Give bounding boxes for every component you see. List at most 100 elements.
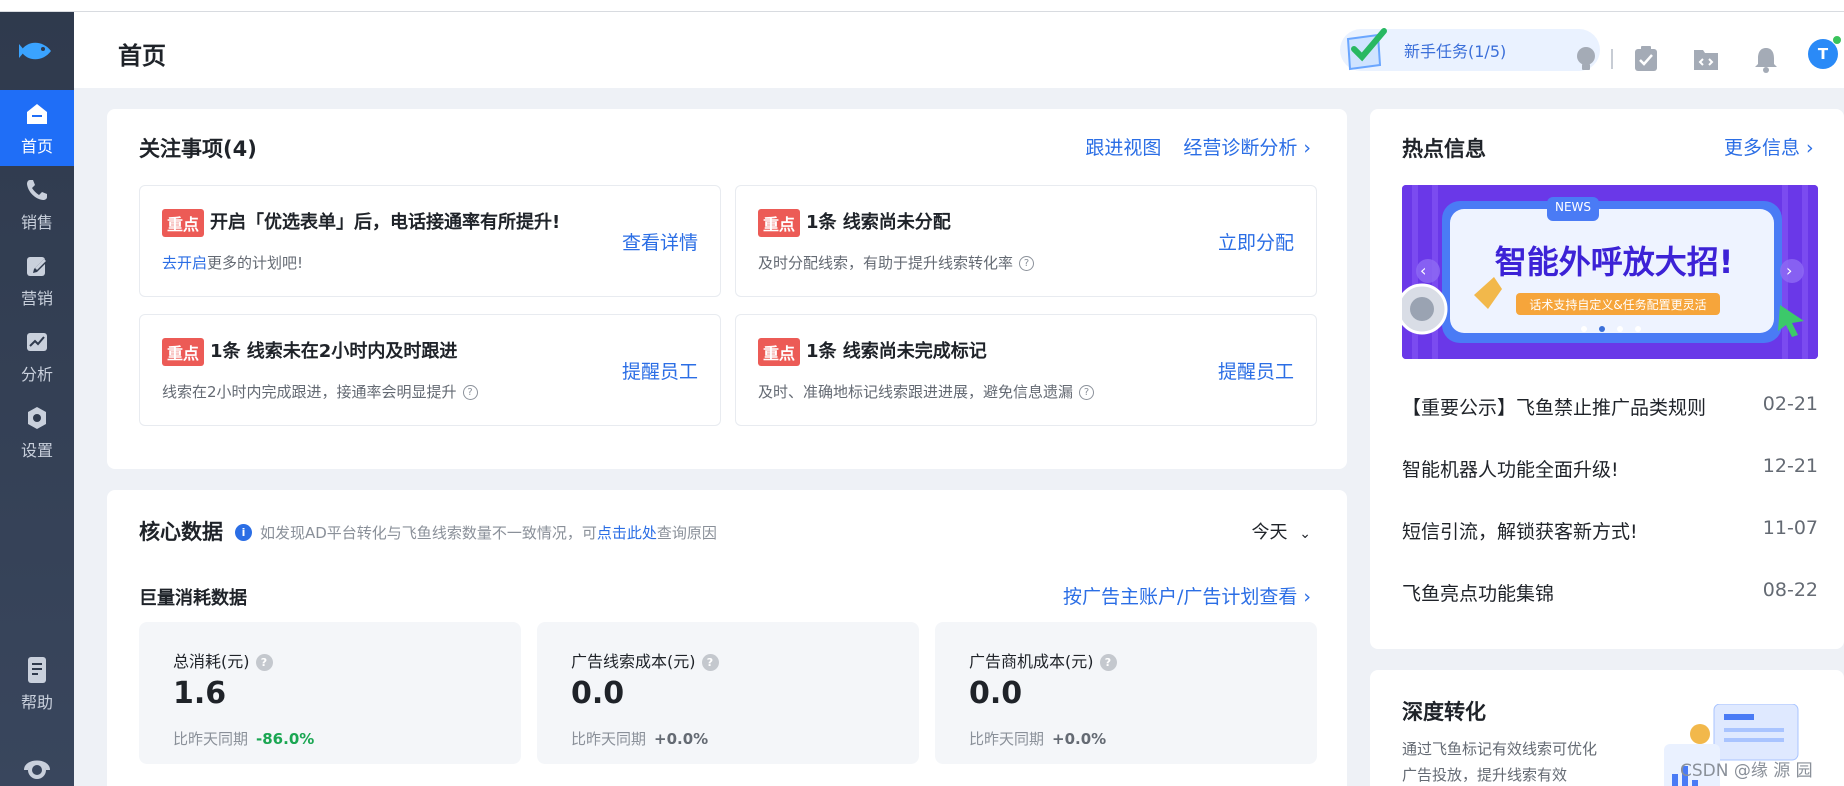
list-item[interactable]: 短信引流，解锁获客新方式! 11-07	[1402, 517, 1818, 544]
help-question-icon[interactable]: ?	[255, 654, 273, 671]
compare-value: -86.0%	[256, 730, 315, 748]
checkmark-badge-icon	[1340, 25, 1394, 77]
sidebar-item-settings[interactable]: 设置	[0, 394, 74, 470]
click-here-link[interactable]: 点击此处	[597, 522, 657, 543]
folder-code-icon[interactable]	[1692, 45, 1720, 73]
help-question-icon[interactable]: ?	[1079, 385, 1095, 400]
news-date: 11-07	[1762, 517, 1818, 539]
sidebar-item-help[interactable]: 帮助	[0, 646, 74, 722]
settings-icon	[22, 403, 52, 433]
page-title: 首页	[118, 42, 166, 70]
compare-label: 比昨天同期	[571, 730, 647, 748]
deep-conversion-desc: 通过飞鱼标记有效线索可优化广告投放，提升线索有效	[1402, 740, 1598, 784]
assign-now-link[interactable]: 立即分配	[1218, 228, 1294, 255]
home-icon	[22, 99, 52, 129]
metric-label: 广告商机成本(元)	[969, 652, 1094, 671]
focus-item: 重点 1条 线索尚未分配 及时分配线索，有助于提升线索转化率? 立即分配	[735, 185, 1317, 297]
help-question-icon[interactable]: ?	[462, 385, 478, 400]
chevron-down-icon: ⌄	[1299, 526, 1311, 542]
lightbulb-icon[interactable]	[1572, 45, 1600, 73]
sidebar-item-analysis[interactable]: 分析	[0, 318, 74, 394]
focus-item: 重点 1条 线索未在2小时内及时跟进 线索在2小时内完成跟进，接通率会明显提升? …	[139, 314, 721, 426]
sidebar-item-label: 设置	[20, 441, 53, 460]
compare-label: 比昨天同期	[969, 730, 1045, 748]
date-range-value: 今天	[1251, 522, 1288, 543]
metric-label: 总消耗(元)	[173, 652, 250, 671]
top-border	[0, 0, 1844, 12]
sidebar-item-label: 首页	[20, 137, 53, 156]
compare-label: 比昨天同期	[173, 730, 249, 748]
view-details-link[interactable]: 查看详情	[622, 228, 698, 255]
core-data-card: 核心数据 i 如发现AD平台转化与飞鱼线索数量不一致情况，可 点击此处 查询原因 今…	[107, 490, 1347, 786]
chart-icon	[22, 327, 52, 357]
watermark: CSDN @缘 源 园	[1680, 761, 1813, 781]
priority-tag: 重点	[758, 209, 801, 237]
sidebar: 首页 销售 营销 分析 设置 帮助	[0, 12, 74, 786]
view-by-account-link[interactable]: 按广告主账户/广告计划查看 ›	[1063, 582, 1311, 609]
metric-label: 广告线索成本(元)	[571, 652, 696, 671]
focus-item: 重点 开启「优选表单」后，电话接通率有所提升! 去开启更多的计划吧! 查看详情	[139, 185, 721, 297]
banner-title: 智能外呼放大招!	[1494, 243, 1734, 281]
remind-staff-link[interactable]: 提醒员工	[622, 357, 698, 384]
enable-link[interactable]: 去开启	[162, 254, 207, 272]
promo-banner[interactable]: NEWS 智能外呼放大招! 话术支持自定义&任务配置更灵活 ‹ ›	[1402, 185, 1818, 359]
bell-icon[interactable]	[1752, 45, 1780, 73]
clipboard-check-icon[interactable]	[1632, 45, 1660, 73]
metric-card: 总消耗(元)? 1.6 比昨天同期 -86.0%	[139, 622, 521, 764]
task-progress-label: 新手任务(1/5)	[1404, 42, 1507, 61]
priority-tag: 重点	[162, 338, 205, 366]
news-date: 08-22	[1762, 579, 1818, 601]
focus-item-title: 1条 线索尚未分配	[806, 212, 951, 233]
header-divider	[1611, 49, 1613, 69]
sidebar-item-label: 帮助	[20, 693, 53, 712]
news-title: 智能机器人功能全面升级!	[1402, 459, 1619, 481]
help-question-icon[interactable]: ?	[1019, 256, 1035, 271]
note-text: 查询原因	[656, 524, 717, 542]
sidebar-item-label: 分析	[20, 365, 53, 384]
priority-tag: 重点	[758, 338, 801, 366]
note-text: 如发现AD平台转化与飞鱼线索数量不一致情况，可	[260, 524, 597, 542]
more-info-link[interactable]: 更多信息 ›	[1724, 133, 1814, 160]
carousel-next-icon[interactable]: ›	[1786, 261, 1792, 280]
metric-card: 广告商机成本(元)? 0.0 比昨天同期 +0.0%	[935, 622, 1317, 764]
remind-staff-link[interactable]: 提醒员工	[1218, 357, 1294, 384]
hot-info-title: 热点信息	[1402, 137, 1486, 161]
beginner-task-button[interactable]: 新手任务(1/5)	[1340, 28, 1600, 71]
priority-tag: 重点	[162, 209, 205, 237]
hot-info-card: 热点信息 更多信息 › NEWS 智能外呼放大招! 话术支持自定义&任务配置更灵…	[1370, 109, 1844, 649]
sidebar-item-sales[interactable]: 销售	[0, 166, 74, 242]
news-title: 【重要公示】飞鱼禁止推广品类规则	[1402, 397, 1707, 419]
focus-item-desc: 更多的计划吧!	[207, 254, 304, 272]
news-date: 12-21	[1762, 455, 1818, 477]
carousel-prev-icon[interactable]: ‹	[1420, 261, 1426, 280]
phone-icon	[22, 175, 52, 205]
news-date: 02-21	[1762, 393, 1818, 415]
help-question-icon[interactable]: ?	[701, 654, 719, 671]
headset-icon[interactable]	[0, 747, 74, 786]
fish-logo-icon[interactable]	[0, 12, 74, 90]
metric-value: 0.0	[571, 676, 625, 711]
sidebar-item-home[interactable]: 首页	[0, 90, 74, 166]
diagnosis-analysis-link[interactable]: 经营诊断分析 ›	[1183, 133, 1311, 160]
list-item[interactable]: 飞鱼亮点功能集锦 08-22	[1402, 579, 1818, 606]
sidebar-item-label: 销售	[20, 213, 53, 232]
news-title: 短信引流，解锁获客新方式!	[1402, 521, 1638, 543]
news-tag: NEWS	[1554, 200, 1592, 214]
focus-items-card: 关注事项(4) 跟进视图 经营诊断分析 › 重点 开启「优选表单」后，电话接通率有…	[107, 109, 1347, 469]
list-item[interactable]: 【重要公示】飞鱼禁止推广品类规则 02-21	[1402, 393, 1818, 420]
top-header: 首页 新手任务(1/5) T	[74, 12, 1844, 88]
list-item[interactable]: 智能机器人功能全面升级! 12-21	[1402, 455, 1818, 482]
follow-view-link[interactable]: 跟进视图	[1085, 133, 1161, 160]
sidebar-item-marketing[interactable]: 营销	[0, 242, 74, 318]
deep-conversion-title: 深度转化	[1402, 700, 1486, 724]
metric-value: 0.0	[969, 676, 1023, 711]
help-doc-icon	[22, 655, 52, 685]
date-range-select[interactable]: 今天 ⌄	[1252, 518, 1311, 544]
metric-card: 广告线索成本(元)? 0.0 比昨天同期 +0.0%	[537, 622, 919, 764]
compare-value: +0.0%	[654, 730, 709, 748]
info-icon: i	[235, 524, 252, 541]
core-data-note: i 如发现AD平台转化与飞鱼线索数量不一致情况，可 点击此处 查询原因	[235, 522, 717, 543]
metric-value: 1.6	[173, 676, 227, 711]
help-question-icon[interactable]: ?	[1099, 654, 1117, 671]
section-title: 巨量消耗数据	[139, 588, 247, 609]
